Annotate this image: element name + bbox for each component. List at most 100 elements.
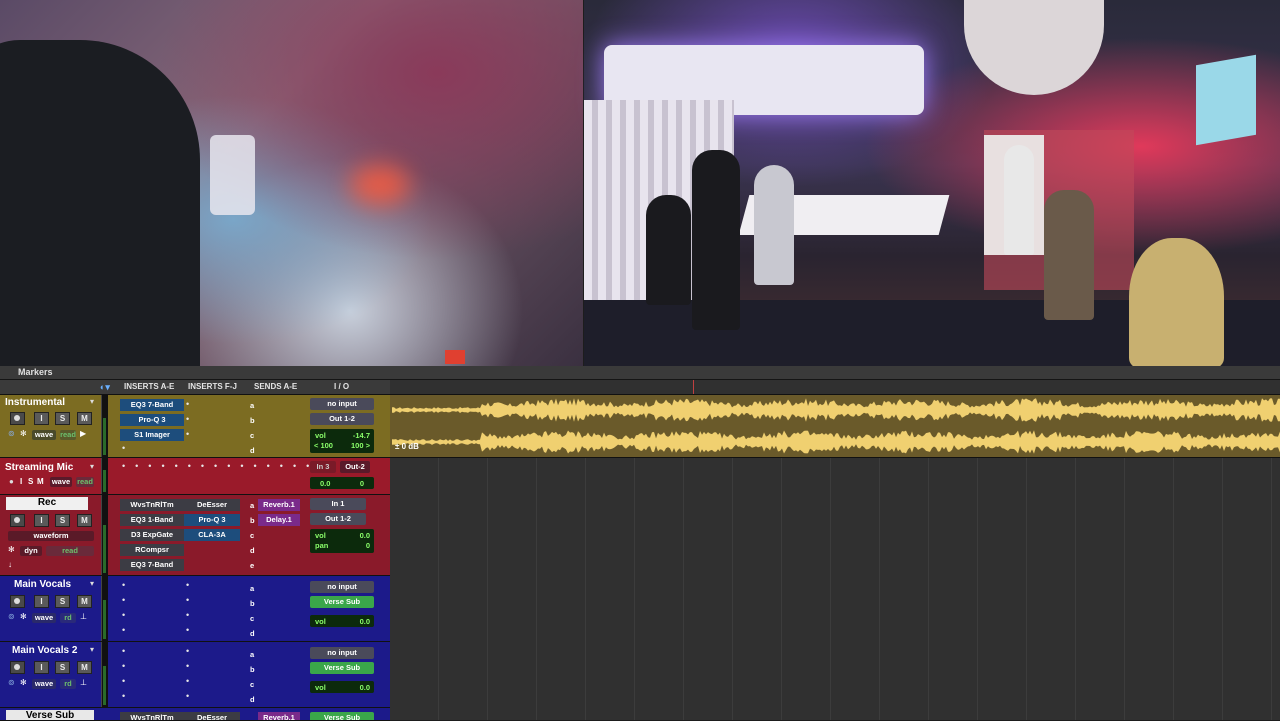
empty-insert-slot[interactable]: • xyxy=(122,676,125,686)
view-selector[interactable]: wave xyxy=(32,430,56,440)
input-monitor-button[interactable]: I xyxy=(34,514,49,527)
empty-insert-slot[interactable]: • xyxy=(122,443,125,453)
solo-button[interactable]: S xyxy=(55,412,70,425)
send-a[interactable]: a xyxy=(250,401,254,410)
solo-button[interactable]: S xyxy=(55,595,70,608)
automation-mode[interactable]: rd xyxy=(60,613,76,623)
empty-insert-slot[interactable]: • xyxy=(186,610,189,620)
automation-mode[interactable]: read xyxy=(60,430,76,440)
pan-value[interactable]: 0 xyxy=(366,541,370,550)
output-selector[interactable]: Out-2 xyxy=(340,461,370,473)
insert-a[interactable]: EQ3 7-Band xyxy=(120,399,184,411)
input-monitor-button[interactable]: I xyxy=(34,661,49,674)
solo-button[interactable]: S xyxy=(55,514,70,527)
insert-d[interactable]: RCompsr xyxy=(120,544,184,556)
insert-c[interactable]: S1 Imager xyxy=(120,429,184,441)
input-selector[interactable]: no input xyxy=(310,581,374,593)
insert-b[interactable]: Pro-Q 3 xyxy=(120,414,184,426)
send-b[interactable]: Delay.1 xyxy=(258,514,300,526)
send-b[interactable]: b xyxy=(250,665,255,674)
output-selector[interactable]: Verse Sub xyxy=(310,662,374,674)
track-arrow-icon[interactable]: ↓ xyxy=(8,560,12,569)
send-d[interactable]: d xyxy=(250,629,255,638)
send-d[interactable]: d xyxy=(250,446,255,455)
solo-button[interactable]: S xyxy=(28,477,33,486)
solo-button[interactable]: S xyxy=(55,661,70,674)
playlist-icon[interactable]: ⊚ xyxy=(8,678,15,687)
empty-insert-slot[interactable]: • xyxy=(122,595,125,605)
playlist-icon[interactable]: ⊚ xyxy=(8,612,15,621)
timeline-ruler[interactable] xyxy=(390,380,1280,395)
track-arrow-icon[interactable]: ▶ xyxy=(80,429,86,438)
track-main-vocals[interactable]: Main Vocals ▾ I S M ⊚ ✻ wave rd ⊥ • • • … xyxy=(0,576,390,642)
empty-insert-slot[interactable]: • xyxy=(186,661,189,671)
track-name[interactable]: Rec xyxy=(6,497,88,510)
send-e[interactable]: e xyxy=(250,561,254,570)
insert-f[interactable]: DeEsser xyxy=(184,499,240,511)
track-name[interactable]: Streaming Mic xyxy=(5,462,95,475)
empty-insert-slot[interactable]: • xyxy=(186,414,189,424)
view-selector[interactable]: wave xyxy=(32,679,56,689)
volume-pan-box[interactable]: vol 0.0 pan 0 xyxy=(310,529,374,553)
track-menu-icon[interactable]: ▾ xyxy=(90,462,94,471)
input-selector[interactable]: In 1 xyxy=(310,498,366,510)
empty-insert-slot[interactable]: • xyxy=(186,691,189,701)
insert-g[interactable]: Pro-Q 3 xyxy=(184,514,240,526)
track-instrumental[interactable]: Instrumental ▾ I S M ⊚ ✻ wave read ▶ EQ3… xyxy=(0,395,390,458)
send-a[interactable]: a xyxy=(250,650,254,659)
view-selector[interactable]: waveform xyxy=(8,531,94,541)
input-selector[interactable]: no input xyxy=(310,647,374,659)
pan-value[interactable]: 0 xyxy=(360,479,364,488)
pan-right-readout[interactable]: 100 > xyxy=(351,441,370,450)
input-selector[interactable]: no input xyxy=(310,398,374,410)
send-d[interactable]: d xyxy=(250,546,255,555)
insert-e[interactable]: EQ3 7-Band xyxy=(120,559,184,571)
volume-value[interactable]: -14.7 xyxy=(353,431,370,440)
send-a[interactable]: Reverb.1 xyxy=(258,499,300,511)
markers-ruler[interactable]: Markers xyxy=(0,366,1280,380)
record-enable-button[interactable] xyxy=(10,661,25,674)
send-c[interactable]: c xyxy=(250,680,254,689)
track-arrow-icon[interactable]: ⊥ xyxy=(80,678,87,687)
freeze-icon[interactable]: ✻ xyxy=(20,612,27,621)
instrumental-clip[interactable]: ± 0 dB xyxy=(390,395,1280,457)
send-b[interactable]: b xyxy=(250,416,255,425)
automation-mode[interactable]: read xyxy=(46,546,94,556)
send-c[interactable]: c xyxy=(250,531,254,540)
empty-insert-slot[interactable]: • xyxy=(122,661,125,671)
input-selector[interactable]: In 3 xyxy=(310,461,336,473)
empty-insert-slot[interactable]: • xyxy=(186,625,189,635)
view-selector[interactable]: wave xyxy=(32,613,56,623)
input-monitor-button[interactable]: I xyxy=(20,477,22,486)
volume-value[interactable]: 0.0 xyxy=(320,479,330,488)
track-verse-sub[interactable]: Verse Sub WvsTnRlTm DeEsser Reverb.1 Ver… xyxy=(0,708,390,721)
automation-mode[interactable]: read xyxy=(76,477,94,487)
volume-pan-box[interactable]: 0.0 0 xyxy=(310,477,374,489)
volume-box[interactable]: vol 0.0 xyxy=(310,681,374,693)
send-c[interactable]: c xyxy=(250,614,254,623)
track-menu-icon[interactable]: ▾ xyxy=(90,579,94,588)
send-b[interactable]: b xyxy=(250,599,255,608)
send-c[interactable]: c xyxy=(250,431,254,440)
track-rec[interactable]: Rec I S M waveform ✻ dyn read ↓ WvsTnRlT… xyxy=(0,495,390,576)
edit-timeline[interactable]: ± 0 dB xyxy=(390,395,1280,720)
insert-h[interactable]: CLA-3A xyxy=(184,529,240,541)
empty-insert-slot[interactable]: • xyxy=(122,646,125,656)
view-selector[interactable]: wave xyxy=(50,477,72,487)
input-monitor-button[interactable]: I xyxy=(34,412,49,425)
empty-insert-slot[interactable]: • xyxy=(186,580,189,590)
record-enable-button[interactable] xyxy=(10,514,25,527)
track-menu-icon[interactable]: ▾ xyxy=(90,397,94,406)
volume-pan-box[interactable]: vol -14.7 < 100 100 > xyxy=(310,429,374,453)
empty-insert-slot[interactable]: • xyxy=(122,625,125,635)
empty-insert-slot[interactable]: • xyxy=(186,429,189,439)
output-selector[interactable]: Verse Sub xyxy=(310,596,374,608)
empty-insert-slot[interactable]: • xyxy=(186,646,189,656)
freeze-icon[interactable]: ✻ xyxy=(8,545,15,554)
volume-value[interactable]: 0.0 xyxy=(360,617,370,626)
freeze-icon[interactable]: ✻ xyxy=(20,678,27,687)
mute-button[interactable]: M xyxy=(77,661,92,674)
output-selector[interactable]: Out 1-2 xyxy=(310,513,366,525)
automation-mode[interactable]: rd xyxy=(60,679,76,689)
track-arrow-icon[interactable]: ⊥ xyxy=(80,612,87,621)
